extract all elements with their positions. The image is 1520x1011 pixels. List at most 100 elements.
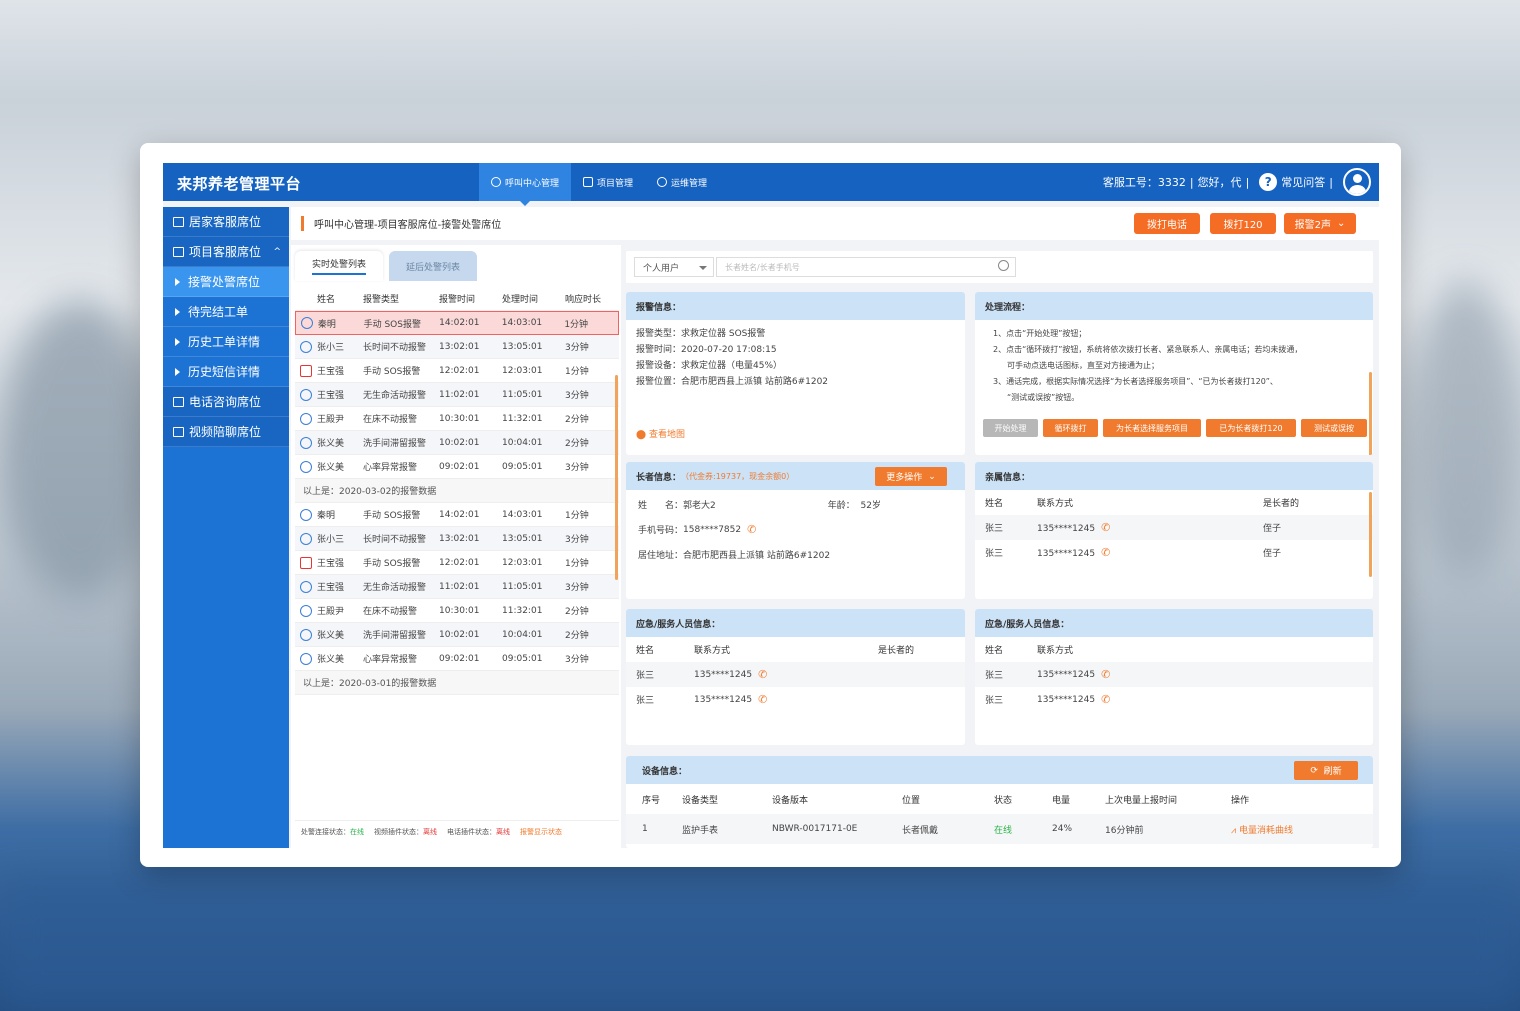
alarm-icon-cell [295,652,317,665]
call-120-button[interactable]: 拨打120 [1210,213,1276,234]
tab-realtime-alarms[interactable]: 实时处警列表 [295,251,383,281]
start-process-button[interactable]: 开始处理 [983,419,1038,437]
chevron-down-icon: ⌄ [928,471,936,482]
table-row[interactable]: 王宝强 手动 SOS报警 12:02:01 12:03:01 1分钟 [295,359,619,383]
table-row[interactable]: 秦明 手动 SOS报警 14:02:01 14:03:01 1分钟 [295,311,619,335]
dialed-120-button[interactable]: 已为长者拨打120 [1206,419,1296,437]
table-row[interactable]: 王殿尹 在床不动报警 10:30:01 11:32:01 2分钟 [295,407,619,431]
user-type-select[interactable]: 个人用户 [634,257,714,277]
phone-icon[interactable]: ✆ [1101,546,1110,559]
table-row: 张三 135****1245 ✆ [975,687,1373,712]
nav-tab-project[interactable]: 项目管理 [571,163,645,201]
alarm-t2: 11:32:01 [502,413,543,424]
phone-icon[interactable]: ✆ [1101,521,1110,534]
device-status: 在线 [994,825,1013,836]
table-row[interactable]: 张小三 长时间不动报警 13:02:01 13:05:01 3分钟 [295,335,619,359]
call-button[interactable]: 拨打电话 [1134,213,1200,234]
alarm-sound-button[interactable]: 报警2声 ⌄ [1284,213,1356,234]
table-row[interactable]: 张义美 心率异常报警 09:02:01 09:05:01 3分钟 [295,647,619,671]
status-item: 电话插件状态：离线 [447,827,510,837]
help-link[interactable]: 常见问答 [1281,174,1325,190]
alarm-t1: 10:30:01 [439,605,480,616]
sidebar-item-home-service[interactable]: 居家客服席位 [163,207,289,237]
sidebar-item-sms-history[interactable]: 历史短信详情 [163,357,289,387]
search-input[interactable]: 长者姓名/长者手机号 [716,257,1016,277]
sidebar-item-label: 项目客服席位 [189,245,262,259]
phone-icon[interactable]: ✆ [1101,668,1110,681]
scrollbar[interactable] [1369,492,1372,577]
scrollbar[interactable] [615,375,618,580]
alarm-t1: 09:02:01 [439,461,480,472]
table-row[interactable]: 王宝强 无生命活动报警 11:02:01 11:05:01 3分钟 [295,575,619,599]
alarm-display-status[interactable]: 报警显示状态 [520,827,562,837]
sidebar-item-video-chat[interactable]: 视频陪聊席位 [163,417,289,447]
relative-relation: 侄子 [1263,549,1282,559]
app-window: 来邦养老管理平台 呼叫中心管理 项目管理 运维管理 客服工号：3332 | 您好… [163,163,1379,848]
choose-service-button[interactable]: 为长者选择服务项目 [1103,419,1201,437]
card-title: 处理流程： [975,292,1373,320]
sidebar-item-phone-consult[interactable]: 电话咨询席位 [163,387,289,417]
phone-icon[interactable]: ✆ [758,693,767,706]
nav-tab-call-center[interactable]: 呼叫中心管理 [479,163,572,206]
test-misclick-button[interactable]: 测试或误按 [1301,419,1367,437]
table-row[interactable]: 张小三 长时间不动报警 13:02:01 13:05:01 3分钟 [295,527,619,551]
alarm-icon-cell [295,460,317,473]
table-row[interactable]: 王宝强 手动 SOS报警 12:02:01 12:03:01 1分钟 [295,551,619,575]
breadcrumb: 呼叫中心管理-项目客服席位-接警处警席位 拨打电话 拨打120 报警2声 ⌄ [291,207,1379,240]
alarm-dur: 2分钟 [565,439,589,449]
nav-tab-label: 呼叫中心管理 [505,178,560,189]
alarm-icon-cell [295,340,317,353]
alarm-icon-cell [295,436,317,449]
alarm-dur: 1分钟 [564,319,589,330]
table-row: 张三 135****1245 ✆ [626,662,965,687]
tab-delayed-alarms[interactable]: 延后处警列表 [389,251,477,281]
alarm-name: 张义美 [317,463,345,473]
elder-address-row: 居住地址： 合肥市肥西县上派镇 站前路6#1202 [626,542,965,567]
help-icon[interactable]: ? [1259,173,1278,191]
table-row[interactable]: 王宝强 无生命活动报警 11:02:01 11:05:01 3分钟 [295,383,619,407]
elder-info-card: 长者信息： （代金券:19737，现金余额0） 更多操作 ⌄ 姓 名： 郭老大2 年龄… [626,462,965,599]
alarm-icon-cell [295,364,317,377]
alarm-t2: 11:32:01 [502,605,543,616]
battery-curve-link[interactable]: ⩘ 电量消耗曲线 [1231,823,1293,836]
alarm-t2: 10:04:01 [502,629,543,640]
sos-watch-icon [300,317,313,329]
alarm-t1: 10:02:01 [439,629,480,640]
alarm-t1: 12:02:01 [439,557,480,568]
alarm-info-card: 报警信息： 报警类型：求救定位器 SOS报警 报警时间：2020-07-20 1… [626,292,965,455]
nav-tab-ops[interactable]: 运维管理 [645,163,719,201]
alarm-dur: 3分钟 [565,655,589,665]
sidebar-item-alarm-desk[interactable]: 接警处警席位 [163,267,289,297]
alarm-icon-cell [296,317,318,329]
sidebar-item-project-service[interactable]: 项目客服席位 ^ [163,237,289,267]
alarm-dur: 3分钟 [565,391,589,401]
table-row[interactable]: 王殿尹 在床不动报警 10:30:01 11:32:01 2分钟 [295,599,619,623]
scrollbar[interactable] [1369,372,1372,455]
loop-dial-button[interactable]: 循环拨打 [1043,419,1098,437]
search-icon[interactable] [998,260,1009,271]
phone-icon[interactable]: ✆ [758,668,767,681]
table-row: 1 监护手表 NBWR-0017171-0E 长者佩戴 在线 24% 16分钟前… [626,814,1373,844]
sidebar-item-pending-orders[interactable]: 待完结工单 [163,297,289,327]
bed-icon [300,604,312,617]
refresh-button[interactable]: ⟳ 刷新 [1294,761,1358,780]
table-row[interactable]: 秦明 手动 SOS报警 14:02:01 14:03:01 1分钟 [295,503,619,527]
search-bar-inner: 个人用户 长者姓名/长者手机号 [626,251,1373,283]
alarm-info-body: 报警类型：求救定位器 SOS报警 报警时间：2020-07-20 17:08:1… [626,320,965,396]
table-row[interactable]: 张义美 心率异常报警 09:02:01 09:05:01 3分钟 [295,455,619,479]
field-label: 年龄： [827,501,855,511]
table-row[interactable]: 张义美 洗手间滞留报警 10:02:01 10:04:01 2分钟 [295,623,619,647]
phone-icon[interactable]: ✆ [747,523,756,536]
view-map-link[interactable]: ⬤ 查看地图 [636,427,685,440]
alarm-icon-cell [295,532,317,545]
avatar[interactable] [1343,168,1371,196]
more-actions-button[interactable]: 更多操作 ⌄ [875,467,947,486]
staff-name: 张三 [636,696,655,706]
elder-age-value: 52岁 [860,501,881,511]
process-step: 2、点击“循环拨打”按钮，系统将依次拨打长者、紧急联系人、亲属电话；若均未拨通， [993,345,1303,354]
table-row[interactable]: 张义美 洗手间滞留报警 10:02:01 10:04:01 2分钟 [295,431,619,455]
phone-icon[interactable]: ✆ [1101,693,1110,706]
alarm-list-tabs: 实时处警列表 延后处警列表 [295,251,477,281]
column-header: 报警类型 [363,295,400,305]
sidebar-item-order-history[interactable]: 历史工单详情 [163,327,289,357]
